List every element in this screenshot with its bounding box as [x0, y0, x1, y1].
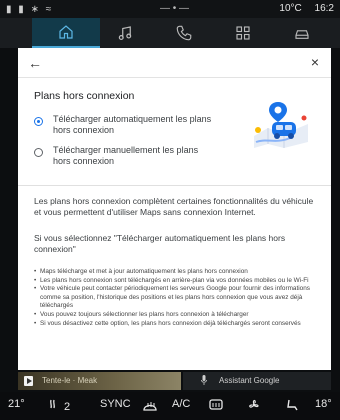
intro-text: Les plans hors connexion complètent cert…: [34, 196, 314, 217]
passenger-seat-icon[interactable]: [284, 398, 300, 415]
dialog-header: ← ×: [18, 48, 331, 78]
phone-icon: [176, 25, 192, 41]
play-icon[interactable]: [24, 376, 33, 386]
list-item: Votre véhicule peut contacter périodique…: [34, 285, 319, 311]
microphone-icon: [201, 375, 207, 385]
option-manual-download-label: Télécharger manuellement les plans hors …: [53, 145, 199, 166]
defrost-button[interactable]: [142, 398, 158, 415]
clock: 16:2: [314, 3, 334, 14]
list-item: Si vous désactivez cette option, les pla…: [34, 320, 319, 329]
seat-heat-level: 2: [64, 401, 71, 413]
status-center-indicator: — • —: [160, 3, 190, 14]
offline-maps-illustration: [254, 102, 308, 148]
tab-phone[interactable]: [150, 18, 218, 48]
offline-maps-dialog: ← × Plans hors connexion Télécharger aut…: [18, 48, 331, 370]
back-arrow-icon[interactable]: ←: [28, 55, 46, 71]
option-auto-download-label: Télécharger automatiquement les plans ho…: [53, 114, 212, 135]
climate-bar: 21° 2 SYNC A/C 18°: [0, 392, 340, 420]
close-icon[interactable]: ×: [307, 54, 323, 70]
auto-download-subheading: Si vous sélectionnez "Télécharger automa…: [34, 233, 286, 254]
car-icon: [295, 30, 309, 39]
fan-button[interactable]: [246, 398, 262, 415]
media-widget[interactable]: Tente-le · Meak: [18, 372, 181, 390]
status-icons: ▮ ▮ ∗ ≈: [6, 4, 54, 15]
option-manual-download[interactable]: Télécharger manuellement les plans hors …: [34, 145, 234, 167]
apps-grid-icon: [236, 26, 250, 40]
assistant-button[interactable]: Assistant Google: [183, 372, 331, 390]
music-icon: [118, 26, 132, 40]
fan-icon: [249, 399, 259, 408]
defrost-icon: [143, 402, 157, 411]
seat-heat-control[interactable]: 2: [48, 398, 70, 413]
seat-icon: [287, 399, 298, 411]
outside-temperature: 10°C: [279, 3, 302, 14]
top-navigation: [0, 18, 340, 48]
assistant-label: Assistant Google: [219, 376, 280, 385]
seat-heat-icon: [50, 399, 55, 409]
radio-unselected[interactable]: [34, 148, 43, 157]
tab-apps[interactable]: [209, 18, 277, 48]
recirculation-button[interactable]: [208, 398, 224, 415]
tab-home[interactable]: [32, 18, 100, 48]
driver-temperature[interactable]: 21°: [8, 398, 25, 410]
media-title: Tente-le · Meak: [42, 376, 98, 385]
radio-selected[interactable]: [34, 117, 43, 126]
tab-music[interactable]: [91, 18, 159, 48]
list-item: Maps télécharge et met à jour automatiqu…: [34, 268, 319, 277]
passenger-temperature[interactable]: 18°: [315, 398, 332, 410]
rear-defrost-icon: [209, 399, 223, 410]
tab-vehicle[interactable]: [268, 18, 336, 48]
option-auto-download[interactable]: Télécharger automatiquement les plans ho…: [34, 114, 234, 136]
section-title: Plans hors connexion: [34, 90, 135, 102]
sync-button[interactable]: SYNC: [100, 398, 131, 410]
info-bullet-list: Maps télécharge et met à jour automatiqu…: [34, 268, 319, 328]
status-right: 10°C 16:2: [269, 3, 334, 14]
status-bar: ▮ ▮ ∗ ≈ — • — 10°C 16:2: [0, 0, 340, 18]
list-item: Vous pouvez toujours sélectionner les pl…: [34, 311, 319, 320]
divider: [18, 185, 331, 186]
home-icon: [59, 25, 73, 39]
ac-button[interactable]: A/C: [172, 398, 190, 410]
list-item: Les plans hors connexion sont téléchargé…: [34, 277, 319, 286]
